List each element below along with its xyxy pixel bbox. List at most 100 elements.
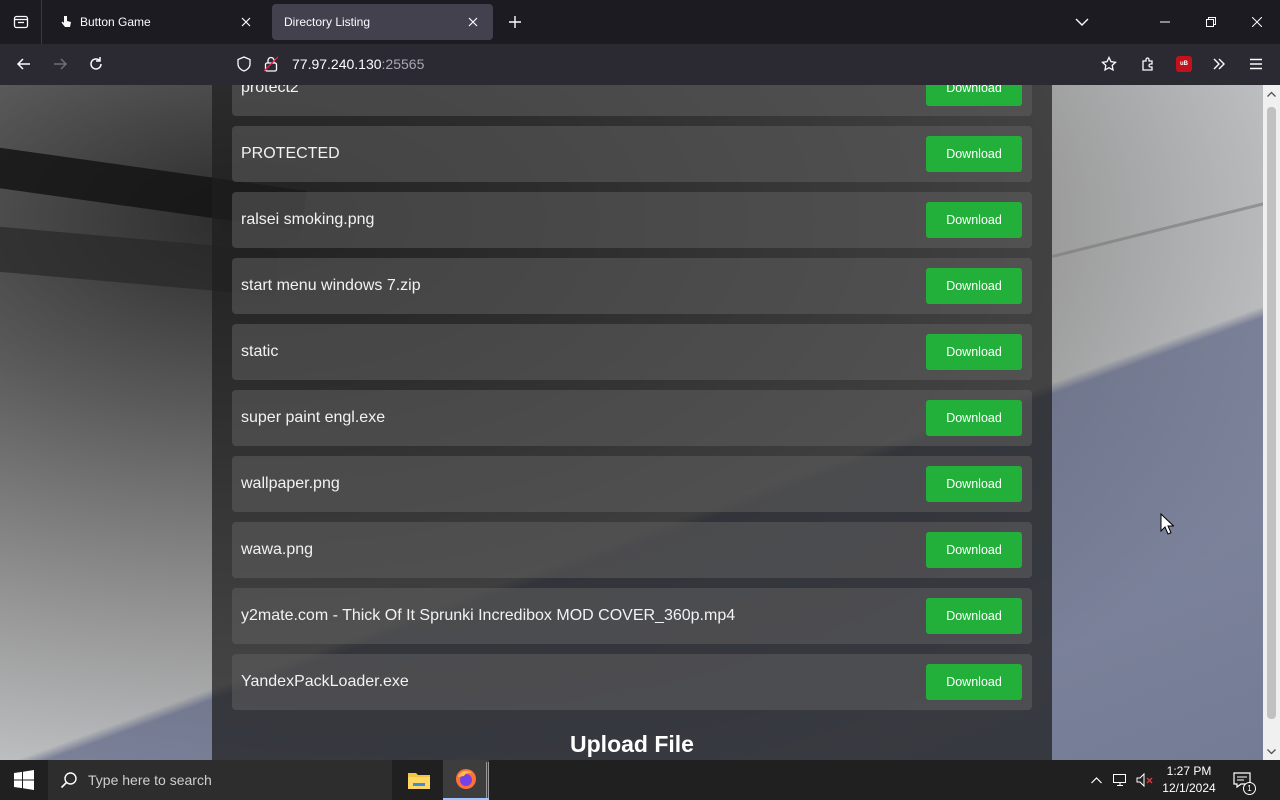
taskbar-firefox[interactable] [443,760,489,800]
file-row: super paint engl.exe Download [232,390,1032,446]
reload-icon [90,57,102,70]
file-name: protect2 [241,85,299,96]
restore-icon [1206,17,1216,27]
plus-icon [509,16,521,28]
taskbar-file-explorer[interactable] [396,760,442,800]
tab-directory-listing[interactable]: Directory Listing [272,4,493,40]
chevron-down-icon [1267,748,1276,754]
arrow-left-icon [16,58,30,70]
browser-tab-bar: Button Game Directory Listing [0,0,1280,44]
file-name: y2mate.com - Thick Of It Sprunki Incredi… [241,607,736,624]
search-icon [60,772,77,789]
file-row: YandexPackLoader.exe Download [232,654,1032,710]
file-name: PROTECTED [241,145,340,162]
download-button[interactable]: Download [926,334,1022,370]
firefox-view-icon [13,15,28,29]
forward-button[interactable] [46,50,74,78]
tab-title: Directory Listing [284,15,371,29]
more-tools-button[interactable] [1205,50,1233,78]
close-window-button[interactable] [1234,0,1280,44]
file-name: super paint engl.exe [241,409,386,426]
tab-close-icon[interactable] [238,14,254,30]
taskbar-app-stack-indicator [486,762,489,798]
tab-close-icon[interactable] [465,14,481,30]
file-name: static [241,343,279,360]
scrollbar-thumb[interactable] [1267,107,1276,719]
download-button[interactable]: Download [926,202,1022,238]
download-button[interactable]: Download [926,466,1022,502]
notification-center-button[interactable] [1226,760,1258,800]
scroll-down-arrow[interactable] [1263,743,1280,760]
close-icon [1252,17,1262,27]
file-row: protect2 Download [232,85,1032,116]
download-button[interactable]: Download [926,400,1022,436]
ublock-origin-button[interactable]: uB [1170,50,1198,78]
file-name: YandexPackLoader.exe [241,673,409,690]
volume-button[interactable] [1134,760,1156,800]
extensions-button[interactable] [1134,50,1162,78]
page-viewport: protect2 Download PROTECTED Download ral… [0,85,1263,760]
file-name: start menu windows 7.zip [241,277,421,294]
bookmark-star-button[interactable] [1095,50,1123,78]
tab-title: Button Game [80,15,151,29]
start-button[interactable] [0,760,48,800]
file-name: wawa.png [241,541,314,558]
download-button[interactable]: Download [926,532,1022,568]
lock-insecure-icon [264,56,278,72]
vertical-scrollbar[interactable] [1263,85,1280,760]
scroll-up-arrow[interactable] [1263,85,1280,102]
navigation-toolbar: 77.97.240.130:25565 uB [0,44,1280,85]
upload-file-heading: Upload File [570,731,694,757]
network-button[interactable] [1110,760,1132,800]
mouse-cursor-icon [1160,513,1174,535]
minimize-icon [1160,21,1170,23]
list-all-tabs-button[interactable] [1070,10,1094,34]
arrow-right-icon [54,58,68,70]
file-row: wawa.png Download [232,522,1032,578]
show-hidden-icons-button[interactable] [1086,760,1106,800]
app-menu-button[interactable] [1242,50,1270,78]
star-icon [1101,56,1117,72]
file-name: wallpaper.png [241,475,340,492]
taskbar-search-box[interactable]: Type here to search [48,760,392,800]
url-port: :25565 [381,56,425,72]
background-photo-shape [1052,192,1263,258]
folder-icon [408,773,430,789]
minimize-button[interactable] [1142,0,1188,44]
download-button[interactable]: Download [926,85,1022,106]
chevron-down-icon [1075,18,1089,26]
download-button[interactable]: Download [926,268,1022,304]
back-button[interactable] [10,50,38,78]
file-name: ralsei smoking.png [241,211,375,228]
clock-date: 12/1/2024 [1162,781,1216,795]
file-row: static Download [232,324,1032,380]
download-button[interactable]: Download [926,664,1022,700]
taskbar-clock[interactable]: 1:27 PM 12/1/2024 [1160,763,1218,797]
search-placeholder: Type here to search [88,772,212,788]
firefox-icon [456,769,476,789]
new-tab-button[interactable] [503,10,527,34]
volume-muted-icon [1136,773,1153,787]
url-host: 77.97.240.130 [292,56,382,72]
pointer-hand-icon [61,16,71,27]
tab-button-game[interactable]: Button Game [48,4,266,40]
ublock-icon: uB [1176,56,1192,72]
file-row: wallpaper.png Download [232,456,1032,512]
file-row: ralsei smoking.png Download [232,192,1032,248]
notification-count-badge: 1 [1243,782,1256,795]
download-button[interactable]: Download [926,136,1022,172]
network-icon [1113,774,1126,786]
file-row: start menu windows 7.zip Download [232,258,1032,314]
download-button[interactable]: Download [926,598,1022,634]
file-row: y2mate.com - Thick Of It Sprunki Incredi… [232,588,1032,644]
chevron-up-icon [1090,776,1102,783]
directory-listing-panel: protect2 Download PROTECTED Download ral… [212,85,1052,760]
hamburger-menu-icon [1250,58,1262,70]
firefox-view-button[interactable] [0,0,42,44]
windows-taskbar: Type here to search 1:27 PM 12/1/2024 1 [0,760,1280,800]
clock-time: 1:27 PM [1166,764,1212,778]
restore-button[interactable] [1188,0,1234,44]
address-bar[interactable]: 77.97.240.130:25565 [228,48,1128,80]
file-row: PROTECTED Download [232,126,1032,182]
reload-button[interactable] [82,50,110,78]
